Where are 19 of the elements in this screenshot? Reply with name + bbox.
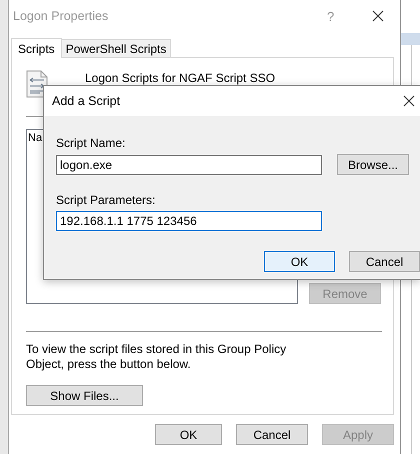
tab[interactable]: PowerShell Scripts	[60, 39, 172, 57]
field-label: Script Name:	[56, 136, 126, 150]
dialog-button[interactable]: Cancel	[236, 424, 308, 445]
browse-button[interactable]: Browse...	[337, 154, 409, 175]
dialog-button[interactable]: Cancel	[349, 251, 420, 272]
info-text: To view the script files stored in this Group Policy Object, press the button below.	[26, 342, 288, 372]
dialog-button[interactable]: OK	[264, 251, 335, 272]
column-header[interactable]: Na	[28, 132, 42, 144]
dialog-title: Add a Script	[52, 94, 122, 108]
input-field[interactable]: logon.exe	[56, 154, 322, 174]
dialog-button[interactable]: OK	[155, 424, 222, 445]
field-label: Script Parameters:	[56, 193, 156, 207]
tab[interactable]: Scripts	[11, 38, 62, 58]
close-icon[interactable]	[372, 10, 384, 22]
close-icon[interactable]	[403, 95, 415, 107]
window-title: Logon Properties	[13, 9, 110, 23]
scripts-heading: Logon Scripts for NGAF Script SSO	[85, 72, 276, 85]
input-field[interactable]: 192.168.1.1 1775 123456	[56, 211, 322, 231]
show-files-button[interactable]: Show Files...	[26, 385, 143, 406]
